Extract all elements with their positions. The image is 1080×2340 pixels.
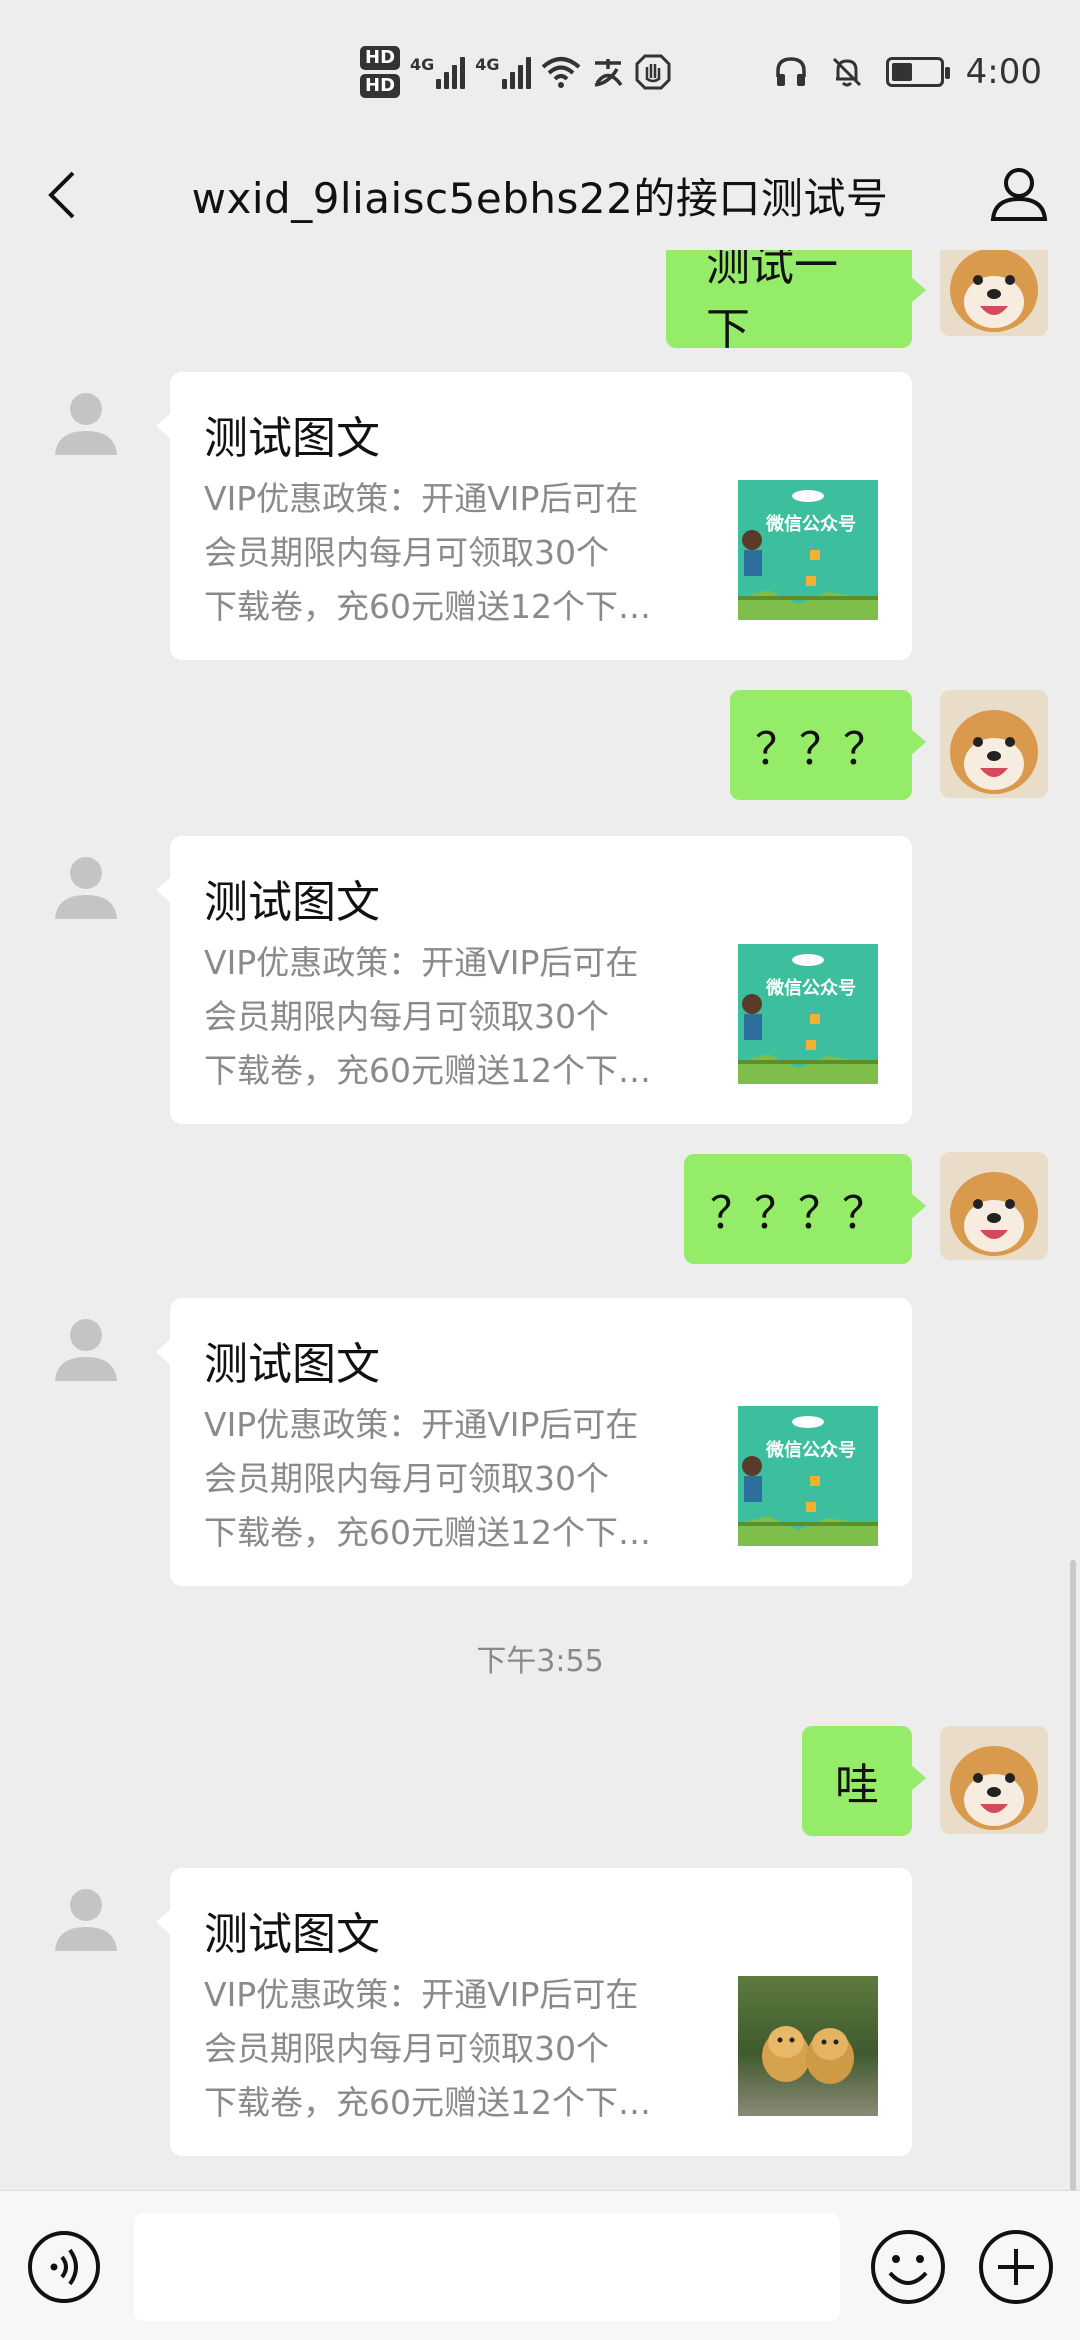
more-button[interactable]: [976, 2227, 1056, 2307]
outgoing-message[interactable]: ？？？: [730, 690, 926, 800]
default-avatar-icon: [55, 393, 117, 455]
voice-button[interactable]: [26, 2229, 102, 2305]
hd-indicators: HD HD: [360, 46, 401, 98]
default-avatar-icon: [55, 1319, 117, 1381]
back-button[interactable]: [30, 162, 96, 228]
network-type-2: 4G: [475, 55, 500, 74]
contact-avatar[interactable]: [34, 1866, 138, 1970]
chat-screen: HD HD 4G 4G 4:00 wxid_9liaisc5ebhs22的接口测…: [0, 0, 1080, 2340]
hd-badge-1: HD: [360, 46, 401, 70]
card-description: VIP优惠政策：开通VIP后可在 会员期限内每月可领取30个 下载卷，充60元赠…: [204, 1975, 651, 2122]
contact-avatar[interactable]: [34, 834, 138, 938]
card-thumbnail: 微信公众号: [738, 944, 878, 1084]
person-icon: [990, 168, 1048, 221]
contact-avatar[interactable]: [34, 370, 138, 474]
card-title: 测试图文: [204, 413, 380, 464]
pay-icon: [594, 59, 622, 87]
cell-signal-1: 4G: [410, 55, 466, 89]
message-text: ？？？: [755, 724, 887, 775]
chat-info-button[interactable]: [984, 158, 1054, 228]
message-list[interactable]: 测试一下 测试图文 VIP优惠政策：开通VIP后可在 会员期限内每月可领取30个…: [0, 250, 1080, 2190]
article-card[interactable]: 测试图文 VIP优惠政策：开通VIP后可在 会员期限内每月可领取30个 下载卷，…: [156, 1868, 912, 2156]
hd-badge-2: HD: [360, 74, 401, 98]
cell-signal-2: 4G: [475, 55, 531, 89]
svg-text:微信公众号: 微信公众号: [765, 977, 856, 999]
chat-header: wxid_9liaisc5ebhs22的接口测试号: [0, 140, 1080, 250]
svg-text:微信公众号: 微信公众号: [765, 513, 856, 535]
message-text: 测试一下: [706, 250, 838, 355]
hand-icon: [635, 54, 671, 90]
contact-avatar[interactable]: [34, 1296, 138, 1400]
headphones-icon: [775, 57, 806, 86]
card-title: 测试图文: [204, 877, 380, 928]
emoji-icon: [871, 2230, 945, 2304]
voice-icon: [28, 2231, 100, 2303]
outgoing-message[interactable]: 哇: [802, 1726, 926, 1836]
default-avatar-icon: [55, 1889, 117, 1951]
status-bar: HD HD 4G 4G 4:00: [0, 0, 1080, 140]
chevron-left-icon: [48, 171, 75, 219]
status-bar-right: 4:00: [774, 52, 1042, 92]
status-bar-left: HD HD 4G 4G: [360, 46, 671, 98]
card-description: VIP优惠政策：开通VIP后可在 会员期限内每月可领取30个 下载卷，充60元赠…: [204, 479, 651, 626]
article-card[interactable]: 测试图文 VIP优惠政策：开通VIP后可在 会员期限内每月可领取30个 下载卷，…: [156, 372, 912, 660]
network-type-1: 4G: [410, 55, 435, 74]
message-input[interactable]: [134, 2213, 840, 2321]
signal-bars-icon: [501, 55, 531, 89]
article-card[interactable]: 测试图文 VIP优惠政策：开通VIP后可在 会员期限内每月可领取30个 下载卷，…: [156, 1298, 912, 1586]
card-thumbnail: 微信公众号: [738, 480, 878, 620]
self-avatar[interactable]: [940, 690, 1048, 798]
plus-icon: [979, 2230, 1053, 2304]
battery-icon: [885, 57, 950, 87]
bell-off-icon: [832, 57, 861, 87]
input-bar: [0, 2190, 1080, 2340]
wifi-icon: [541, 57, 580, 88]
svg-text:微信公众号: 微信公众号: [765, 1439, 856, 1461]
card-description: VIP优惠政策：开通VIP后可在 会员期限内每月可领取30个 下载卷，充60元赠…: [204, 1405, 651, 1552]
default-avatar-icon: [55, 857, 117, 919]
message-text: 哇: [835, 1760, 879, 1811]
card-title: 测试图文: [204, 1339, 380, 1390]
scrollbar[interactable]: [1070, 1560, 1076, 2190]
article-card[interactable]: 测试图文 VIP优惠政策：开通VIP后可在 会员期限内每月可领取30个 下载卷，…: [156, 836, 912, 1124]
signal-bars-icon: [436, 55, 466, 89]
card-thumbnail: 微信公众号: [738, 1406, 878, 1546]
chat-title: wxid_9liaisc5ebhs22的接口测试号: [191, 173, 889, 223]
card-title: 测试图文: [204, 1909, 380, 1960]
outgoing-message[interactable]: ？？？？: [684, 1154, 926, 1264]
card-description: VIP优惠政策：开通VIP后可在 会员期限内每月可领取30个 下载卷，充60元赠…: [204, 943, 651, 1090]
message-text: ？？？？: [710, 1188, 886, 1239]
message-timestamp: 下午3:55: [476, 1644, 604, 1679]
emoji-button[interactable]: [868, 2227, 948, 2307]
status-time: 4:00: [965, 52, 1042, 92]
self-avatar[interactable]: [940, 250, 1048, 336]
self-avatar[interactable]: [940, 1726, 1048, 1834]
self-avatar[interactable]: [940, 1152, 1048, 1260]
battery-level: [891, 63, 913, 81]
card-thumbnail-dogs: [738, 1976, 878, 2116]
outgoing-message[interactable]: 测试一下: [666, 250, 926, 355]
